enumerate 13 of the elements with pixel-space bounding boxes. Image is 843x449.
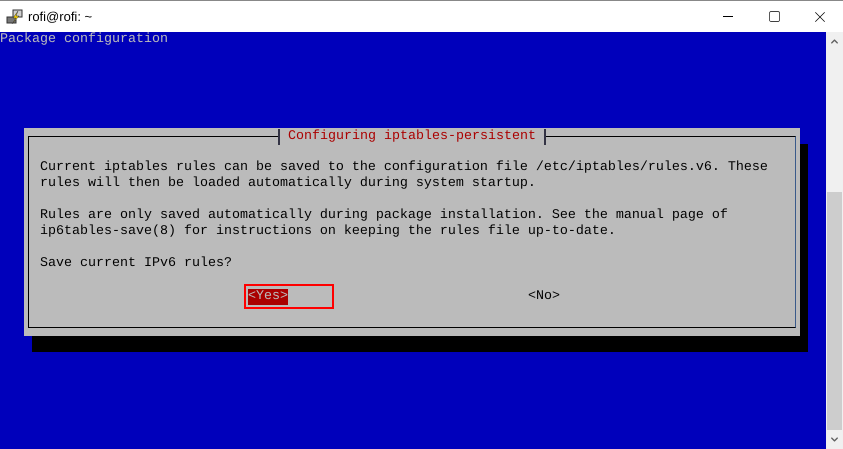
dialog-title: Configuring iptables-persistent — [278, 129, 546, 145]
computer-icon — [6, 8, 24, 26]
dialog-button[interactable]: <No> — [528, 288, 560, 304]
scrollbar[interactable] — [826, 32, 843, 449]
header-text: Package configuration — [0, 32, 168, 48]
dialog-paragraph: Current iptables rules can be saved to the configuration file /etc/iptables/rules.v6. These rules will then be loaded automatically during system startup. — [40, 160, 768, 192]
dialog-button[interactable]: <Yes> — [248, 288, 288, 304]
maximize-icon — [768, 10, 780, 23]
dialog-paragraph: Rules are only saved automatically during package installation. See the manual page of ip6tables-save(8) for instructions on keeping the rules file up-to-date. — [40, 208, 728, 240]
scrollbar-thumb[interactable] — [827, 192, 842, 430]
minimize-icon — [723, 16, 733, 17]
window-title: rofi@rofi: ~ — [28, 8, 92, 26]
question-text: Save current IPv6 rules? — [40, 256, 232, 272]
